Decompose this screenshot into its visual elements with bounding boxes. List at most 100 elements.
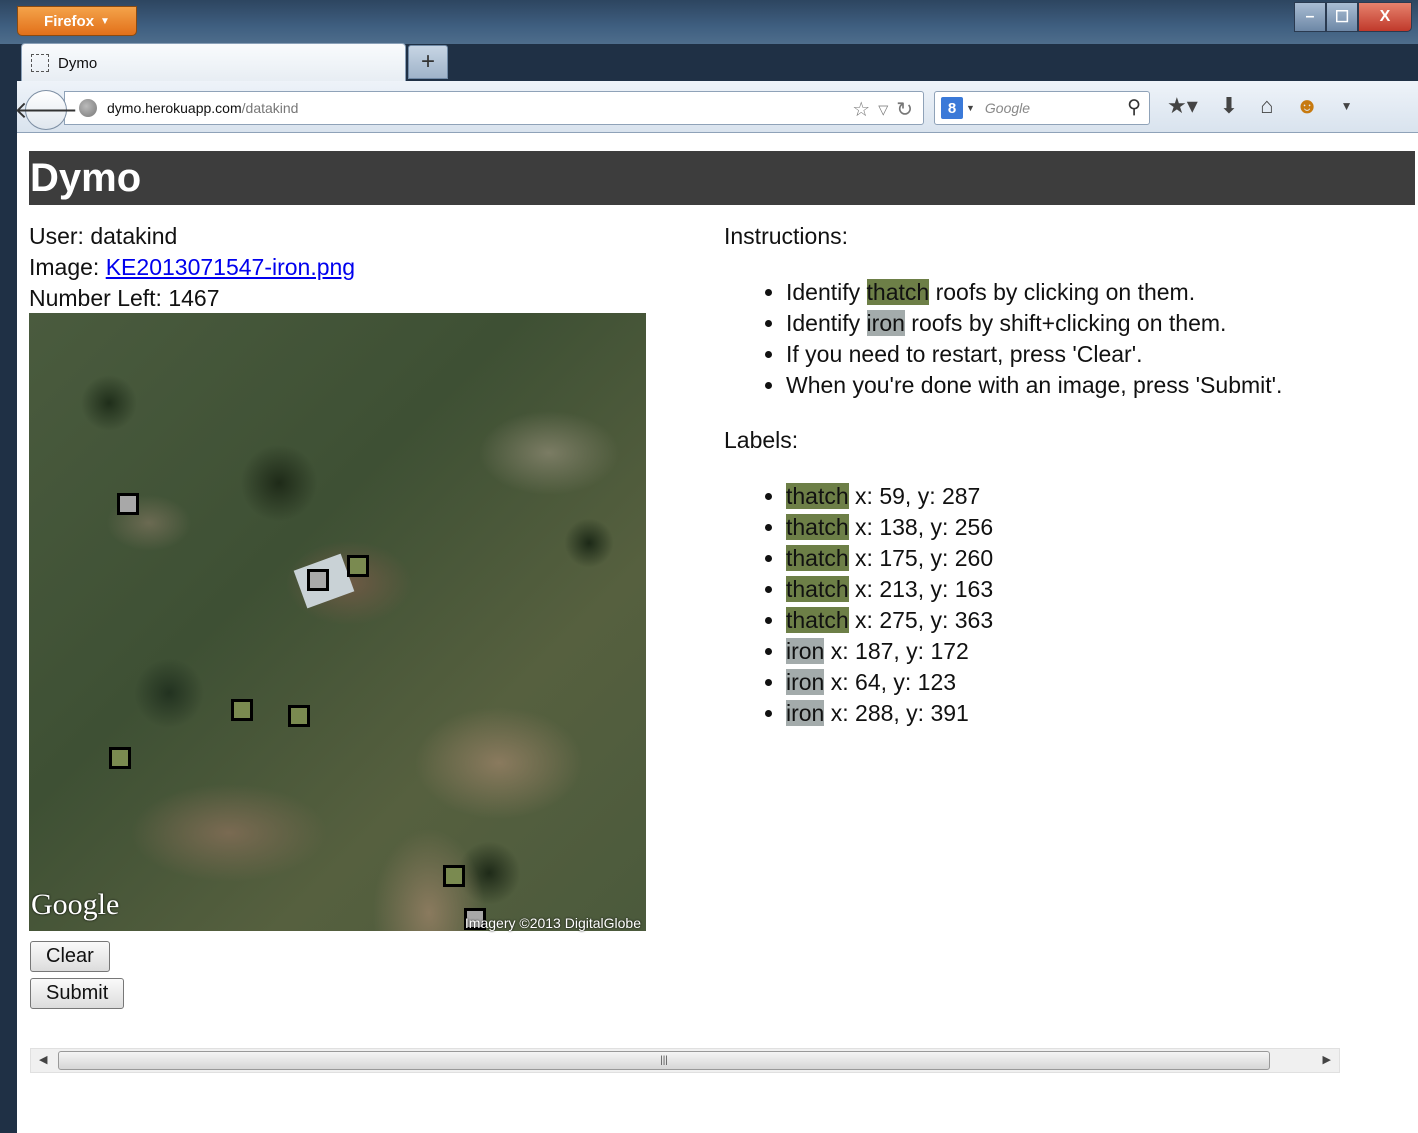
window-controls: – ☐ X [1294, 2, 1412, 32]
instruction-item: Identify thatch roofs by clicking on the… [786, 277, 1414, 308]
label-coords: x: 175, y: 260 [848, 545, 994, 571]
firefox-menu-button[interactable]: Firefox ▼ [17, 6, 137, 36]
back-button[interactable]: 🡐 [14, 90, 78, 130]
url-bar[interactable]: dymo.herokuapp.com/datakind ☆ ▽ ↻ [64, 91, 924, 125]
thatch-marker[interactable] [288, 705, 310, 727]
iron-tag: iron [786, 700, 825, 726]
thatch-tag: thatch [786, 514, 849, 540]
horizontal-scrollbar[interactable]: ◀ ||| ▶ [30, 1048, 1340, 1073]
maximize-icon[interactable]: ☐ [1326, 2, 1358, 32]
globe-icon [79, 99, 97, 117]
chevron-down-icon[interactable]: ▼ [966, 103, 975, 113]
page-content: Dymo User: datakind Image: KE2013071547-… [17, 133, 1418, 1133]
instructions-panel: Instructions: Identify thatch roofs by c… [724, 221, 1414, 753]
instructions-list: Identify thatch roofs by clicking on the… [724, 277, 1414, 401]
number-left-label: Number Left: [29, 285, 162, 311]
page-header: Dymo [29, 151, 1415, 205]
close-icon[interactable]: X [1358, 2, 1412, 32]
scroll-left-icon[interactable]: ◀ [39, 1053, 47, 1066]
instruction-text: roofs by clicking on them. [929, 279, 1196, 305]
number-left-value: 1467 [168, 285, 220, 311]
user-label: User: [29, 223, 84, 249]
instruction-item: Identify iron roofs by shift+clicking on… [786, 308, 1414, 339]
instructions-heading: Instructions: [724, 223, 848, 249]
toolbar-icons: ★▾ ⬇ ⌂ ☻ ▼ [1167, 93, 1353, 119]
page-favicon-icon [31, 54, 49, 72]
submit-button[interactable]: Submit [30, 978, 125, 1009]
label-coords: x: 275, y: 363 [848, 607, 994, 633]
thatch-marker[interactable] [231, 699, 253, 721]
search-icon[interactable]: ⚲ [1127, 96, 1141, 119]
search-bar[interactable]: 8 ▼ Google ⚲ [934, 91, 1150, 125]
label-coords: x: 64, y: 123 [824, 669, 957, 695]
user-line: User: datakind [29, 221, 669, 252]
number-left-line: Number Left: 1467 [29, 283, 669, 314]
label-item: thatch x: 275, y: 363 [786, 605, 1414, 636]
bookmark-star-icon[interactable]: ☆ [852, 97, 870, 122]
iron-marker[interactable] [117, 493, 139, 515]
clear-button[interactable]: Clear [30, 941, 110, 972]
minimize-icon[interactable]: – [1294, 2, 1326, 32]
instruction-text: roofs by shift+clicking on them. [904, 310, 1227, 336]
back-arrow-icon: 🡐 [13, 97, 79, 124]
label-item: thatch x: 138, y: 256 [786, 512, 1414, 543]
label-coords: x: 288, y: 391 [824, 700, 969, 726]
google-logo: Google [31, 888, 120, 921]
window-titlebar: Firefox ▼ – ☐ X [0, 0, 1418, 44]
page-title: Dymo [30, 156, 142, 200]
scrollbar-thumb[interactable]: ||| [58, 1051, 1270, 1070]
instruction-item: If you need to restart, press 'Clear'. [786, 339, 1414, 370]
thatch-tag: thatch [786, 545, 849, 571]
tab-dymo[interactable]: Dymo [21, 43, 406, 82]
bookmarks-menu-icon[interactable]: ★▾ [1167, 93, 1198, 119]
label-coords: x: 187, y: 172 [824, 638, 969, 664]
iron-marker[interactable] [307, 569, 329, 591]
label-coords: x: 138, y: 256 [848, 514, 994, 540]
thatch-marker[interactable] [443, 865, 465, 887]
label-coords: x: 59, y: 287 [848, 483, 981, 509]
label-item: thatch x: 213, y: 163 [786, 574, 1414, 605]
menu-overflow-icon[interactable]: ▼ [1341, 99, 1353, 113]
thatch-tag: thatch [786, 576, 849, 602]
history-dropdown-icon[interactable]: ▽ [878, 102, 888, 118]
instruction-text: Identify [786, 279, 867, 305]
scroll-right-icon[interactable]: ▶ [1323, 1053, 1331, 1066]
home-icon[interactable]: ⌂ [1260, 93, 1273, 119]
firefox-menu-label: Firefox [44, 12, 95, 30]
thatch-tag: thatch [786, 607, 849, 633]
new-tab-button[interactable]: + [408, 45, 448, 79]
url-text[interactable]: dymo.herokuapp.com/datakind [107, 100, 298, 116]
downloads-icon[interactable]: ⬇ [1220, 93, 1238, 119]
iron-tag: iron [866, 310, 905, 336]
labels-list: thatch x: 59, y: 287 thatch x: 138, y: 2… [724, 481, 1414, 729]
user-value: datakind [90, 223, 178, 249]
map-copyright: Imagery ©2013 DigitalGlobe [464, 915, 641, 931]
plus-icon: + [420, 48, 435, 75]
image-label: Image: [29, 254, 100, 280]
thatch-marker[interactable] [109, 747, 131, 769]
thatch-tag: thatch [786, 483, 849, 509]
iron-tag: iron [786, 638, 825, 664]
iron-tag: iron [786, 669, 825, 695]
satellite-image[interactable]: Google Imagery ©2013 DigitalGlobe [29, 313, 646, 931]
label-item: iron x: 187, y: 172 [786, 636, 1414, 667]
chevron-down-icon: ▼ [100, 15, 110, 27]
search-engine-icon[interactable]: 8 [941, 97, 963, 119]
label-item: iron x: 64, y: 123 [786, 667, 1414, 698]
tab-title: Dymo [58, 54, 98, 72]
labels-heading: Labels: [724, 427, 799, 453]
instruction-item: When you're done with an image, press 'S… [786, 370, 1414, 401]
url-path: /datakind [241, 100, 299, 116]
greasemonkey-icon[interactable]: ☻ [1296, 93, 1319, 119]
image-line: Image: KE2013071547-iron.png [29, 252, 669, 283]
url-actions: ☆ ▽ ↻ [852, 97, 913, 122]
thatch-marker[interactable] [347, 555, 369, 577]
reload-icon[interactable]: ↻ [896, 97, 913, 122]
image-link[interactable]: KE2013071547-iron.png [106, 254, 355, 280]
label-item: thatch x: 175, y: 260 [786, 543, 1414, 574]
label-coords: x: 213, y: 163 [848, 576, 994, 602]
thatch-tag: thatch [866, 279, 930, 305]
instruction-text: Identify [786, 310, 867, 336]
label-item: thatch x: 59, y: 287 [786, 481, 1414, 512]
search-input[interactable]: Google [985, 100, 1030, 116]
